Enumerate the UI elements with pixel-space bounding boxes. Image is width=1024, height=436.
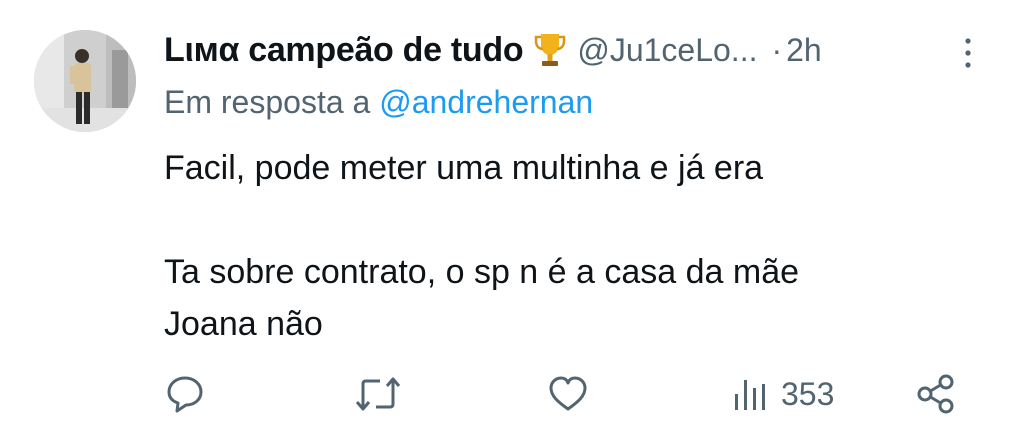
trophy-icon bbox=[533, 31, 567, 69]
reply-button[interactable] bbox=[163, 372, 207, 416]
views-button[interactable]: 353 bbox=[733, 372, 834, 416]
tweet-text-line: Joana não bbox=[164, 305, 323, 343]
retweet-icon bbox=[355, 377, 401, 411]
tweet-text-line bbox=[164, 194, 984, 246]
heart-icon bbox=[549, 376, 587, 411]
avatar-photo bbox=[34, 30, 136, 132]
tweet-text-line: Ta sobre contrato, o sp n é a casa da mã… bbox=[164, 253, 800, 291]
retweet-button[interactable] bbox=[354, 372, 402, 416]
tweet-text-line: Facil, pode meter uma multinha e já era bbox=[164, 149, 764, 187]
tweet[interactable]: Lιмα campeão de tudo @Ju1ceLo... · 2h Em… bbox=[0, 0, 1024, 436]
separator-dot: · bbox=[771, 31, 783, 68]
like-button[interactable] bbox=[546, 372, 590, 416]
share-icon bbox=[917, 374, 954, 414]
reply-mention-link[interactable]: @andrehernan bbox=[379, 84, 593, 120]
comment-icon bbox=[167, 376, 203, 413]
more-options-icon[interactable] bbox=[962, 36, 974, 70]
tweet-text: Facil, pode meter uma multinha e já era … bbox=[164, 142, 984, 350]
reply-prefix: Em resposta a bbox=[164, 84, 371, 120]
reply-context: Em resposta a @andrehernan bbox=[164, 84, 593, 121]
avatar[interactable] bbox=[34, 30, 136, 132]
action-bar: 353 bbox=[0, 366, 1024, 422]
views-count: 353 bbox=[781, 375, 835, 412]
tweet-header: Lιмα campeão de tudo @Ju1ceLo... · 2h bbox=[164, 28, 984, 72]
handle[interactable]: @Ju1ceLo... bbox=[577, 32, 757, 69]
display-name[interactable]: Lιмα campeão de tudo bbox=[164, 31, 524, 70]
share-button[interactable] bbox=[914, 372, 958, 416]
bar-chart-icon bbox=[735, 380, 765, 410]
timestamp[interactable]: 2h bbox=[786, 32, 822, 69]
